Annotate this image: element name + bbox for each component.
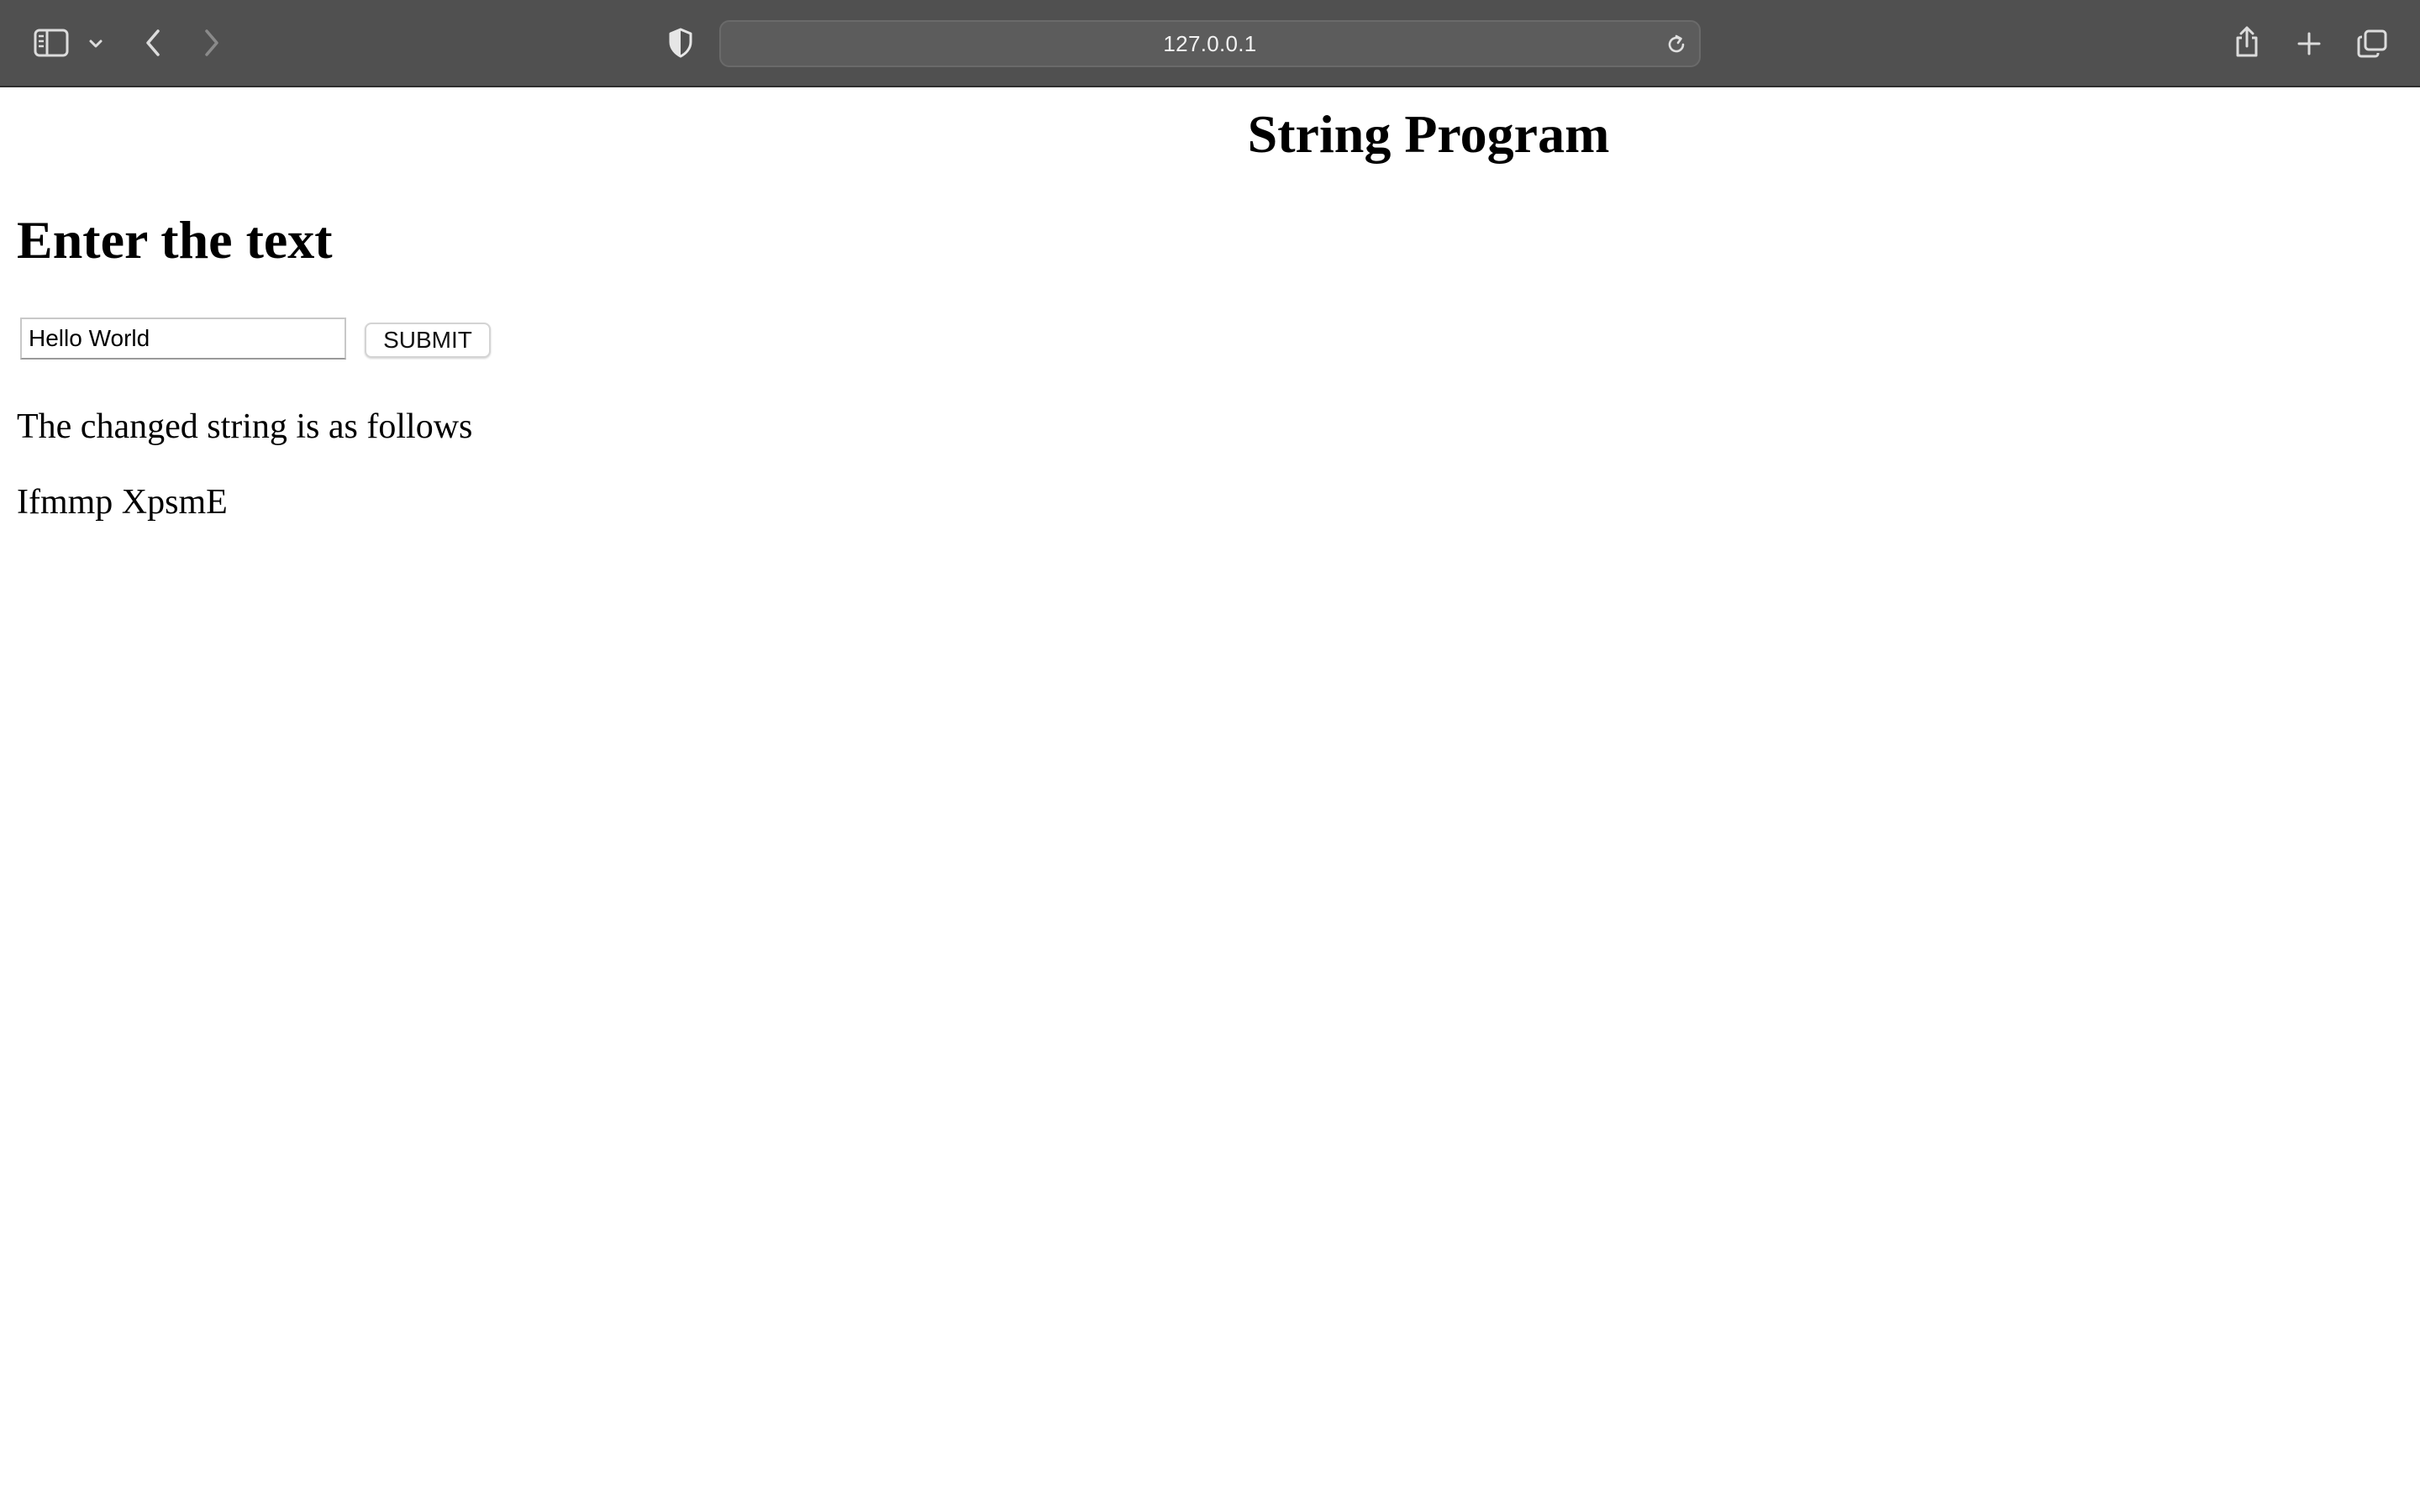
chevron-down-icon[interactable] [84, 32, 108, 55]
submit-button[interactable]: SUBMIT [365, 323, 491, 358]
back-button[interactable] [134, 24, 171, 62]
enter-text-heading: Enter the text [17, 210, 333, 270]
text-input[interactable] [20, 318, 346, 360]
tabs-icon[interactable] [2353, 25, 2391, 62]
chevron-left-icon [146, 29, 160, 56]
chevron-right-icon [205, 29, 218, 56]
share-icon[interactable] [2228, 22, 2265, 62]
browser-toolbar: 127.0.0.1 [0, 0, 2420, 87]
page-content: String Program Enter the text SUBMIT The… [0, 89, 2420, 1512]
page-title: String Program [1247, 104, 1610, 164]
url-text[interactable]: 127.0.0.1 [721, 22, 1699, 66]
reload-icon[interactable] [1662, 30, 1691, 59]
result-value: Ifmmp XpsmE [17, 483, 228, 522]
plus-icon[interactable] [2291, 25, 2328, 62]
sidebar-icon[interactable] [30, 24, 72, 62]
forward-button[interactable] [193, 24, 230, 62]
shield-icon[interactable] [664, 25, 697, 60]
address-bar[interactable]: 127.0.0.1 [719, 20, 1701, 67]
result-label: The changed string is as follows [17, 407, 473, 446]
